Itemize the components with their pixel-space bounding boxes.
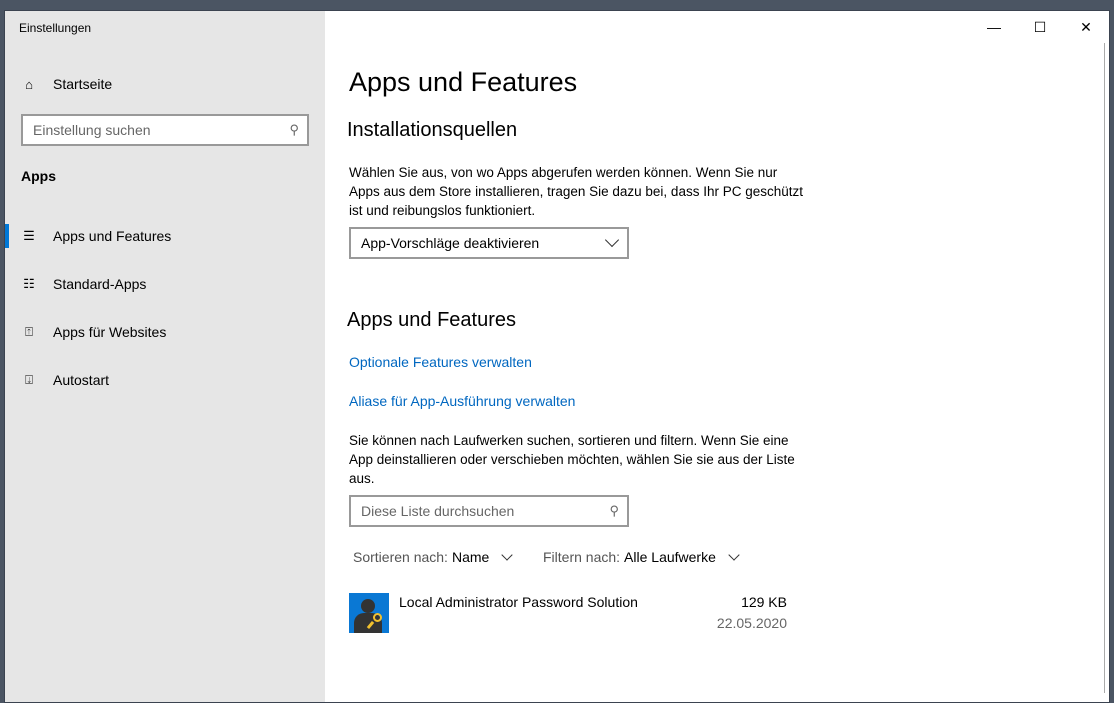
filter-value: Alle Laufwerke [624,549,716,565]
settings-window: Einstellungen ⌂ Startseite Einstellung su… [4,10,1110,703]
sidebar-item-default-apps[interactable]: ☷ Standard-Apps [5,264,325,304]
dropdown-value: App-Vorschläge deaktivieren [361,235,540,251]
chevron-down-icon [604,232,620,248]
sidebar-item-apps-features[interactable]: ☰ Apps und Features [5,216,325,256]
window-title: Einstellungen [19,21,92,35]
search-icon: ⚲ [609,503,619,518]
laps-app-icon [349,593,389,633]
scrollbar[interactable] [1104,43,1105,693]
app-date: 22.05.2020 [716,615,787,631]
settings-search-input[interactable]: Einstellung suchen ⚲ [21,114,309,146]
item-label: Apps für Websites [53,324,167,340]
filter-dropdown[interactable]: Filtern nach: Alle Laufwerke [543,549,740,565]
item-label: Apps und Features [53,228,172,244]
search-icon: ⚲ [289,122,299,137]
apps-heading: Apps und Features [347,309,516,331]
websites-icon: ⍐ [25,324,33,339]
default-apps-icon: ☷ [23,276,35,291]
minimize-button[interactable]: — [971,11,1017,43]
section-title: Apps [21,168,56,184]
install-text: Wählen Sie aus, von wo Apps abgerufen we… [349,165,803,218]
app-size: 129 KB [741,594,787,610]
search-placeholder: Einstellung suchen [33,122,151,138]
sort-dropdown[interactable]: Sortieren nach: Name [353,549,513,565]
optional-features-link[interactable]: Optionale Features verwalten [349,354,532,370]
item-label: Standard-Apps [53,276,147,292]
home-label: Startseite [53,76,113,92]
page-title: Apps und Features [349,67,578,97]
install-source-dropdown[interactable]: App-Vorschläge deaktivieren [349,227,629,259]
sidebar-item-websites[interactable]: ⍐ Apps für Websites [5,312,325,352]
sort-value: Name [451,549,490,565]
close-button[interactable]: ✕ [1063,11,1109,43]
item-label: Autostart [53,372,110,388]
chevron-down-icon [501,549,513,561]
maximize-button[interactable]: ☐ [1017,11,1063,43]
app-list-item[interactable]: Local Administrator Password Solution 12… [349,593,789,635]
sidebar: Einstellungen ⌂ Startseite Einstellung su… [5,11,325,702]
app-aliases-link[interactable]: Aliase für App-Ausführung verwalten [349,393,575,409]
sidebar-home[interactable]: ⌂ Startseite [5,64,325,104]
sidebar-item-autostart[interactable]: ⍗ Autostart [5,360,325,400]
search-placeholder: Diese Liste durchsuchen [361,503,515,519]
home-icon: ⌂ [25,76,33,92]
startup-icon: ⍗ [25,372,33,387]
app-list-search-input[interactable]: Diese Liste durchsuchen ⚲ [349,495,629,527]
app-name: Local Administrator Password Solution [399,594,638,610]
chevron-down-icon [728,549,740,561]
install-heading: Installationsquellen [347,119,518,141]
sort-label: Sortieren nach: [353,549,448,565]
filter-label: Filtern nach: [543,549,621,565]
apps-text: Sie können nach Laufwerken suchen, sorti… [349,433,795,486]
list-icon: ☰ [23,228,35,243]
